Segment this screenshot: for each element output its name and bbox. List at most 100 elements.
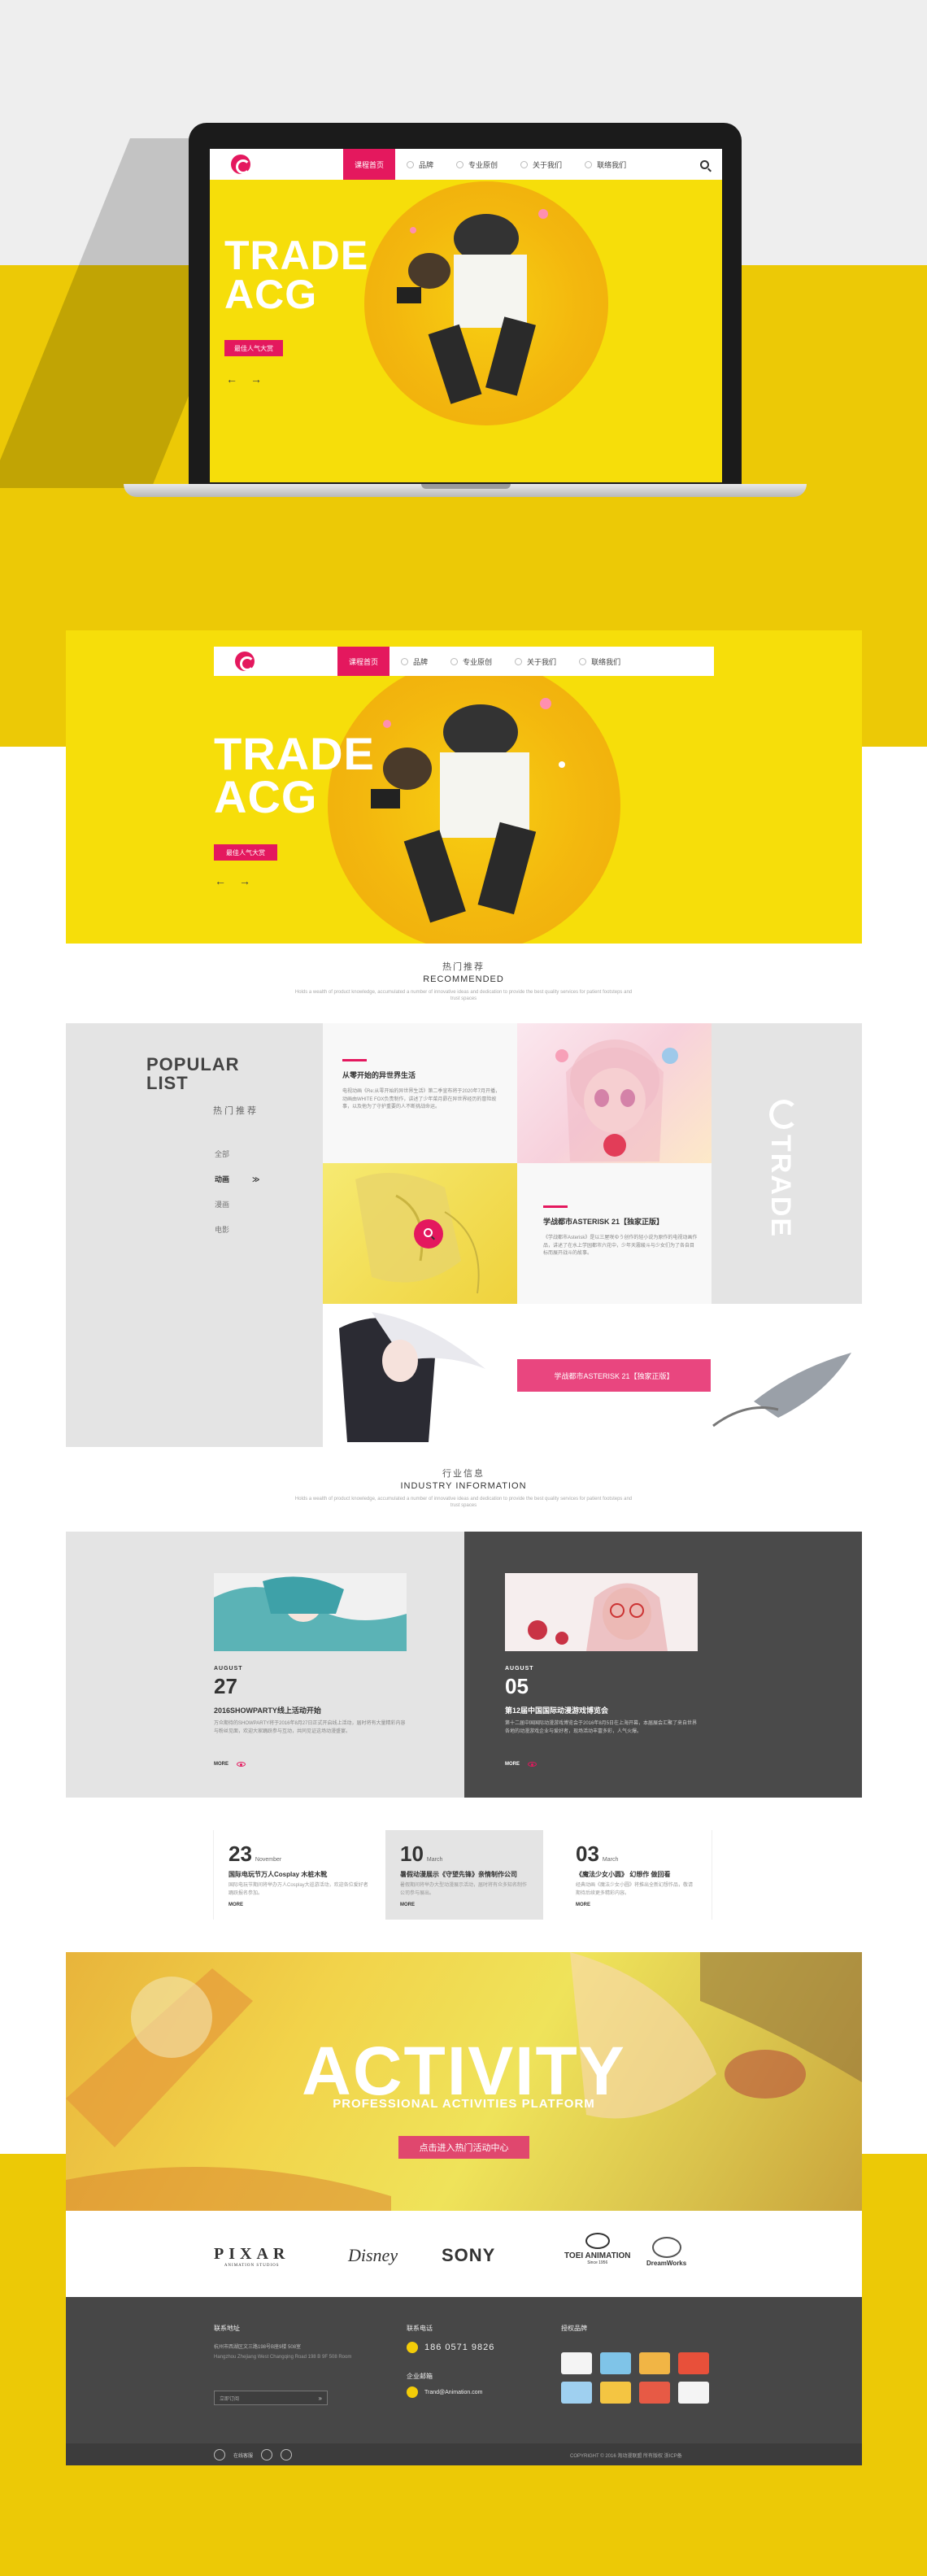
card-text: 《学战都市Asterisk》是以三屋咲ゆう创作的轻小说为原作的电视动画作品，讲述… — [543, 1236, 698, 1257]
mockup-cta-button[interactable]: 最佳人气大赏 — [224, 340, 283, 356]
partner-logo-8[interactable] — [678, 2382, 709, 2404]
phone-icon — [407, 2342, 418, 2353]
news-more-link[interactable]: MORE — [214, 1762, 246, 1767]
popular-heading-line1: POPULAR — [146, 1054, 240, 1074]
nav-brand[interactable]: 品牌 — [390, 647, 439, 676]
anime-characters-art — [371, 698, 565, 923]
mockup-nav-home[interactable]: 课程首页 — [343, 149, 396, 180]
address-cn: 杭州市西湖区文三路198号B座9楼 508室 — [214, 2345, 302, 2350]
original-icon — [450, 657, 459, 665]
mockup-nav-contact[interactable]: 联络我们 — [573, 149, 638, 180]
subscribe-input[interactable]: 立即订阅 » — [214, 2391, 328, 2405]
nav-label: 关于我们 — [533, 160, 563, 169]
qq-icon[interactable] — [214, 2449, 225, 2460]
partner-logo-6[interactable] — [600, 2382, 631, 2404]
activity-cta-button[interactable]: 点击进入热门活动中心 — [398, 2136, 529, 2159]
nav-home[interactable]: 课程首页 — [337, 647, 390, 676]
category-animation[interactable]: 动画 ≫ — [215, 1174, 259, 1199]
mockup-nav-about[interactable]: 关于我们 — [509, 149, 573, 180]
event-month: March — [426, 1857, 443, 1863]
mockup-hero-title: TRADE ACG — [224, 235, 368, 314]
social-label[interactable]: 在线客服 — [233, 2452, 253, 2459]
mockup-slider-arrows: ← → — [226, 373, 262, 386]
event-card-1[interactable]: 23 November 国际电玩节万人Cosplay 木桩木靴 国际电玩节期间将举… — [213, 1830, 385, 1920]
partner-logo-1[interactable] — [561, 2352, 592, 2374]
nav-label: 联络我们 — [597, 160, 627, 169]
mockup-search-button[interactable] — [687, 149, 722, 180]
toei-logo: TOEI ANIMATION Since 1956 — [564, 2233, 630, 2265]
logo-icon — [235, 652, 255, 671]
contact-icon — [585, 160, 593, 168]
phone-row: 186 0571 9826 — [407, 2342, 494, 2353]
email-icon — [407, 2386, 418, 2398]
partner-logo-3[interactable] — [639, 2352, 670, 2374]
nav-label: 品牌 — [413, 657, 429, 666]
mockup-logo[interactable] — [210, 149, 343, 180]
brand-sub: Since 1956 — [587, 2260, 608, 2265]
dreamworks-moon-icon — [651, 2237, 681, 2258]
weibo-icon[interactable] — [281, 2449, 293, 2460]
arrow-right-icon[interactable]: → — [250, 373, 262, 386]
event-more-link[interactable]: MORE — [228, 1903, 371, 1907]
nav-original[interactable]: 专业原创 — [439, 647, 503, 676]
card-title: 学战都市ASTERISK 21【独家正版】 — [543, 1218, 664, 1226]
recommended-heading: 热门推荐 RECOMMENDED Holds a wealth of produ… — [0, 960, 927, 1003]
section-title-cn: 行业信息 — [442, 1469, 485, 1479]
partner-logo-5[interactable] — [561, 2382, 592, 2404]
event-text: 经典动画《魔法少女小圆》将推出全新幻想作品，敬请期待后续更多精彩内容。 — [576, 1883, 694, 1896]
hero-nav: 课程首页 品牌 专业原创 关于我们 联络我们 — [214, 647, 714, 676]
email-address[interactable]: Trand@Animation.com — [424, 2390, 482, 2395]
hero-logo[interactable] — [214, 647, 337, 676]
partner-logo-4[interactable] — [678, 2352, 709, 2374]
section-title-en: RECOMMENDED — [423, 974, 504, 984]
activity-subtitle: PROFESSIONAL ACTIVITIES PLATFORM — [333, 2097, 595, 2111]
arrow-right-icon[interactable]: → — [239, 874, 250, 887]
nav-label: 品牌 — [419, 160, 434, 169]
category-comic[interactable]: 漫画 — [215, 1199, 259, 1224]
news-more-link[interactable]: MORE — [505, 1762, 537, 1767]
hero-title: TRADE ACG — [214, 730, 375, 819]
section-title-en: INDUSTRY INFORMATION — [400, 1481, 527, 1491]
event-card-3[interactable]: 03 March 《魔法少女小圆》 幻想作 做回看 经典动画《魔法少女小圆》将推出… — [561, 1830, 712, 1920]
brand-name: DreamWorks — [646, 2260, 687, 2267]
event-day: 23 — [228, 1842, 252, 1866]
mockup-nav-original[interactable]: 专业原创 — [445, 149, 509, 180]
event-more-link[interactable]: MORE — [400, 1903, 529, 1907]
accent-bar — [543, 1205, 568, 1208]
wechat-icon[interactable] — [261, 2449, 273, 2460]
about-icon — [515, 657, 523, 665]
arrow-left-icon[interactable]: ← — [215, 874, 226, 887]
news-title: 第12届中国国际动漫游戏博览会 — [505, 1706, 609, 1715]
search-circle-button[interactable] — [414, 1219, 443, 1249]
footer: 联系地址 杭州市西湖区文三路198号B座9楼 508室 Hangzhou Zhe… — [66, 2297, 862, 2465]
category-movie[interactable]: 电影 — [215, 1224, 259, 1249]
news-card-2[interactable]: AUGUST 05 第12届中国国际动漫游戏博览会 第十二届中国国际动漫游戏博览… — [464, 1532, 862, 1798]
news-card-1[interactable]: AUGUST 27 2016SHOWPARTY线上活动开始 万众期待的SHOWP… — [66, 1532, 464, 1798]
nav-label: 课程首页 — [349, 657, 379, 666]
event-month: November — [255, 1857, 282, 1863]
event-day: 03 — [576, 1842, 599, 1866]
popular-tag-button[interactable]: 学战都市ASTERISK 21【独家正版】 — [517, 1359, 711, 1392]
double-chevron-icon[interactable]: » — [319, 2395, 322, 2402]
hero-cta-button[interactable]: 最佳人气大赏 — [214, 844, 277, 861]
partner-logo-2[interactable] — [600, 2352, 631, 2374]
news-day: 05 — [505, 1674, 529, 1698]
search-icon — [700, 159, 709, 169]
anime-characters-art — [397, 209, 548, 404]
brand-name: TOEI ANIMATION — [564, 2251, 631, 2260]
arrow-left-icon[interactable]: ← — [226, 373, 237, 386]
event-text: 国际电玩节期间将举办万人Cosplay大巡游活动，欢迎各位爱好者踊跃报名参加。 — [228, 1883, 368, 1896]
laptop-notch — [421, 484, 511, 489]
nav-about[interactable]: 关于我们 — [503, 647, 568, 676]
event-more-link[interactable]: MORE — [576, 1903, 697, 1907]
email-row: Trand@Animation.com — [407, 2386, 482, 2398]
nav-contact[interactable]: 联络我们 — [568, 647, 632, 676]
popular-heading: POPULAR LIST — [146, 1055, 240, 1092]
mockup-nav-brand[interactable]: 品牌 — [395, 149, 445, 180]
popular-card-image-1[interactable] — [517, 1023, 712, 1163]
popular-card-text-2[interactable]: 学战都市ASTERISK 21【独家正版】 《学战都市Asterisk》是以三屋… — [517, 1163, 712, 1304]
popular-card-text-1[interactable]: 从零开始的异世界生活 电视动画《Re:从零开始的异世界生活》第二季宣布将于202… — [323, 1023, 517, 1163]
event-card-2[interactable]: 10 March 暑假动漫展示《守望先锋》亲情制作公司 暑假期间将举办大型动漫展示… — [385, 1830, 543, 1920]
partner-logo-7[interactable] — [639, 2382, 670, 2404]
category-all[interactable]: 全部 — [215, 1149, 259, 1174]
